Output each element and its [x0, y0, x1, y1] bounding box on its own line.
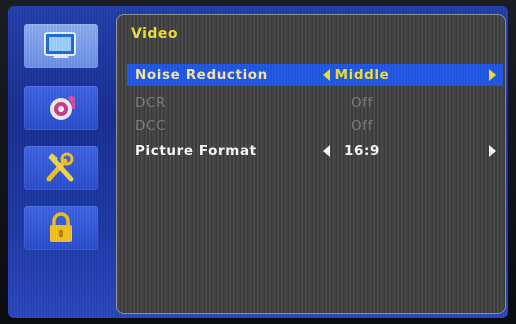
- sidebar-item-lock[interactable]: [24, 206, 98, 250]
- dcc-value: Off: [351, 118, 373, 134]
- sidebar-item-video[interactable]: [24, 24, 98, 68]
- dcc-label: DCC: [135, 118, 167, 134]
- osd-screen: Video Noise Reduction Middle DCR Off DCC…: [8, 6, 508, 318]
- arrow-right-icon[interactable]: [489, 69, 496, 81]
- lock-icon: [50, 212, 72, 242]
- picture-format-label: Picture Format: [135, 143, 257, 159]
- dcr-value: Off: [351, 95, 373, 111]
- video-menu-panel: Video Noise Reduction Middle DCR Off DCC…: [116, 14, 506, 314]
- tools-icon: [46, 152, 74, 182]
- speaker-icon: [50, 95, 75, 120]
- menu-row-noise-reduction[interactable]: Noise Reduction Middle: [127, 64, 503, 86]
- picture-format-value: 16:9: [344, 143, 380, 159]
- noise-reduction-label: Noise Reduction: [135, 67, 268, 83]
- sidebar-item-audio[interactable]: [24, 86, 98, 130]
- arrow-right-icon[interactable]: [489, 145, 496, 157]
- dcr-label: DCR: [135, 95, 167, 111]
- sidebar-item-setup[interactable]: [24, 146, 98, 190]
- noise-reduction-value: Middle: [334, 67, 390, 83]
- menu-row-picture-format[interactable]: Picture Format 16:9: [127, 140, 503, 162]
- page-title: Video: [131, 26, 179, 42]
- monitor-icon: [44, 32, 76, 58]
- menu-row-dcc: DCC Off: [127, 115, 503, 137]
- menu-row-dcr: DCR Off: [127, 92, 503, 114]
